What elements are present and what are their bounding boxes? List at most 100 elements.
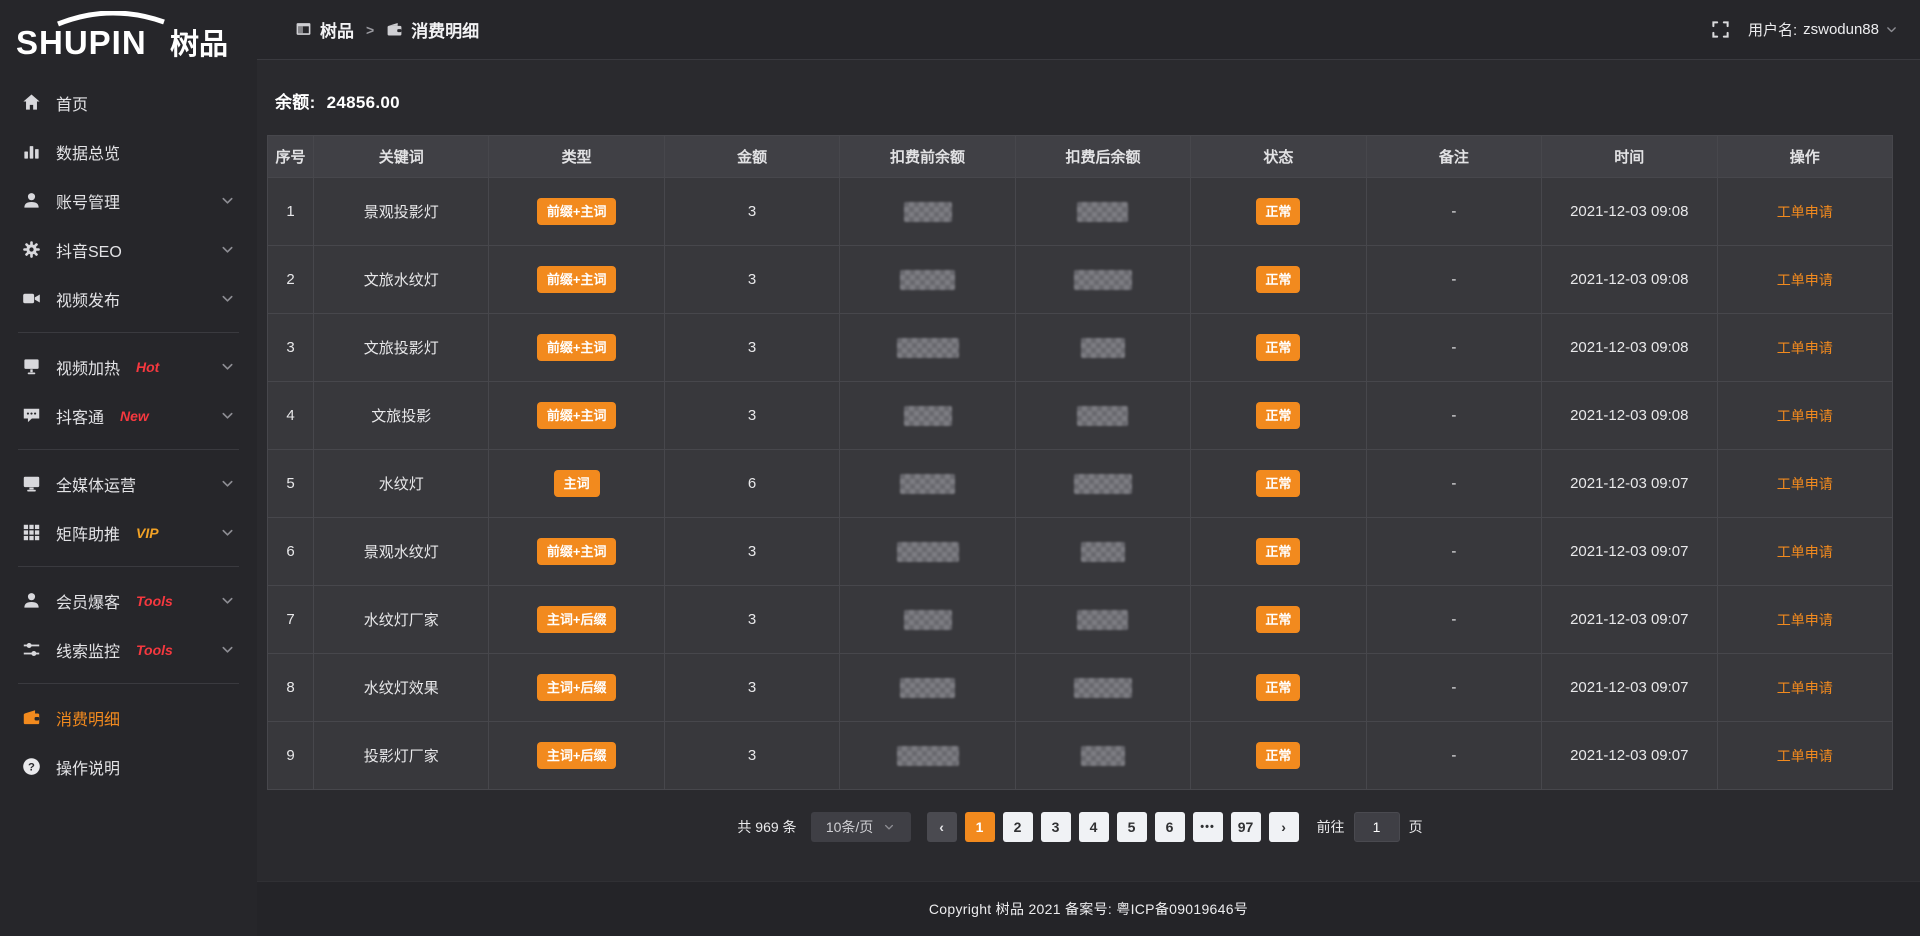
cell-keyword: 文旅水纹灯 bbox=[314, 246, 489, 314]
sidebar-item-tag: Tools bbox=[136, 593, 173, 609]
username-label: 用户名: bbox=[1748, 19, 1797, 40]
masked-value bbox=[1074, 474, 1132, 494]
status-badge: 正常 bbox=[1256, 538, 1300, 565]
sidebar-item-data-overview[interactable]: 数据总览 bbox=[0, 127, 257, 176]
app-root: SHUPIN 树品 首页数据总览账号管理抖音SEO视频发布视频加热Hot抖客通N… bbox=[0, 0, 1920, 936]
sidebar-item-label: 会员爆客 bbox=[56, 589, 120, 613]
cell-balance-before bbox=[840, 586, 1015, 654]
type-badge: 主词+后缀 bbox=[537, 606, 617, 633]
sidebar-item-clue-monitor[interactable]: 线索监控Tools bbox=[0, 625, 257, 674]
sidebar-item-account-manage[interactable]: 账号管理 bbox=[0, 176, 257, 225]
sidebar-item-douyin-seo[interactable]: 抖音SEO bbox=[0, 225, 257, 274]
ticket-request-link[interactable]: 工单申请 bbox=[1777, 612, 1833, 628]
table-header-row: 序号关键词类型金额扣费前余额扣费后余额状态备注时间操作 bbox=[268, 136, 1893, 178]
cell-amount: 6 bbox=[664, 450, 839, 518]
prev-page-button[interactable]: ‹ bbox=[927, 812, 957, 842]
cell-action[interactable]: 工单申请 bbox=[1717, 382, 1893, 450]
sidebar-item-douketong[interactable]: 抖客通New bbox=[0, 391, 257, 440]
column-header: 序号 bbox=[268, 136, 314, 178]
fullscreen-icon[interactable] bbox=[1711, 20, 1730, 39]
balance-label: 余额: bbox=[275, 93, 316, 112]
cell-type: 前缀+主词 bbox=[489, 518, 664, 586]
ticket-request-link[interactable]: 工单申请 bbox=[1777, 544, 1833, 560]
column-header: 类型 bbox=[489, 136, 664, 178]
ticket-request-link[interactable]: 工单申请 bbox=[1777, 748, 1833, 764]
video-icon bbox=[22, 289, 41, 308]
ticket-request-link[interactable]: 工单申请 bbox=[1777, 204, 1833, 220]
goto-page-input[interactable] bbox=[1354, 812, 1400, 842]
masked-value bbox=[1077, 406, 1128, 426]
sidebar-item-home[interactable]: 首页 bbox=[0, 78, 257, 127]
status-badge: 正常 bbox=[1256, 470, 1300, 497]
cell-action[interactable]: 工单申请 bbox=[1717, 246, 1893, 314]
cell-balance-after bbox=[1015, 722, 1190, 790]
ticket-request-link[interactable]: 工单申请 bbox=[1777, 408, 1833, 424]
masked-value bbox=[1074, 270, 1132, 290]
sidebar-item-matrix-boost[interactable]: 矩阵助推VIP bbox=[0, 508, 257, 557]
page-button-3[interactable]: 3 bbox=[1041, 812, 1071, 842]
cell-action[interactable]: 工单申请 bbox=[1717, 450, 1893, 518]
cell-action[interactable]: 工单申请 bbox=[1717, 654, 1893, 722]
type-badge: 前缀+主词 bbox=[537, 402, 617, 429]
user-menu[interactable]: 用户名: zswodun88 bbox=[1748, 19, 1898, 40]
sidebar-item-help[interactable]: ?操作说明 bbox=[0, 742, 257, 791]
breadcrumb: 树品 > 消费明细 bbox=[295, 17, 479, 42]
sidebar-item-label: 线索监控 bbox=[56, 638, 120, 662]
sidebar-item-consume-detail[interactable]: 消费明细 bbox=[0, 693, 257, 742]
cell-index: 5 bbox=[268, 450, 314, 518]
sidebar-item-member-baoke[interactable]: 会员爆客 Tools bbox=[0, 576, 257, 625]
ticket-request-link[interactable]: 工单申请 bbox=[1777, 680, 1833, 696]
cell-action[interactable]: 工单申请 bbox=[1717, 314, 1893, 382]
column-header: 备注 bbox=[1366, 136, 1541, 178]
masked-value bbox=[1081, 338, 1125, 358]
sidebar-item-media-operation[interactable]: 全媒体运营 bbox=[0, 459, 257, 508]
menu-divider bbox=[18, 449, 239, 450]
type-badge: 前缀+主词 bbox=[537, 538, 617, 565]
sidebar-item-label: 账号管理 bbox=[56, 189, 120, 213]
table-body: 1景观投影灯前缀+主词3正常-2021-12-03 09:08工单申请2文旅水纹… bbox=[268, 178, 1893, 790]
cell-time: 2021-12-03 09:08 bbox=[1542, 314, 1717, 382]
page-button-97[interactable]: 97 bbox=[1231, 812, 1261, 842]
next-page-button[interactable]: › bbox=[1269, 812, 1299, 842]
chevron-down-icon bbox=[220, 642, 235, 657]
cell-keyword: 水纹灯 bbox=[314, 450, 489, 518]
sidebar-item-video-heat[interactable]: 视频加热Hot bbox=[0, 342, 257, 391]
table-row: 4文旅投影前缀+主词3正常-2021-12-03 09:08工单申请 bbox=[268, 382, 1893, 450]
ticket-request-link[interactable]: 工单申请 bbox=[1777, 272, 1833, 288]
cell-action[interactable]: 工单申请 bbox=[1717, 518, 1893, 586]
chevron-down-icon bbox=[220, 408, 235, 423]
breadcrumb-item-current[interactable]: 消费明细 bbox=[386, 17, 479, 42]
ticket-request-link[interactable]: 工单申请 bbox=[1777, 476, 1833, 492]
pagination-ellipsis[interactable]: ••• bbox=[1193, 812, 1223, 842]
cell-index: 6 bbox=[268, 518, 314, 586]
cell-action[interactable]: 工单申请 bbox=[1717, 178, 1893, 246]
cell-action[interactable]: 工单申请 bbox=[1717, 722, 1893, 790]
svg-text:?: ? bbox=[28, 761, 35, 773]
cell-action[interactable]: 工单申请 bbox=[1717, 586, 1893, 654]
cell-time: 2021-12-03 09:07 bbox=[1542, 450, 1717, 518]
page-button-4[interactable]: 4 bbox=[1079, 812, 1109, 842]
cell-time: 2021-12-03 09:07 bbox=[1542, 722, 1717, 790]
page-button-6[interactable]: 6 bbox=[1155, 812, 1185, 842]
cell-index: 3 bbox=[268, 314, 314, 382]
page-button-2[interactable]: 2 bbox=[1003, 812, 1033, 842]
page-size-select[interactable]: 10条/页 bbox=[811, 812, 911, 842]
ticket-request-link[interactable]: 工单申请 bbox=[1777, 340, 1833, 356]
page-button-5[interactable]: 5 bbox=[1117, 812, 1147, 842]
breadcrumb-item-app[interactable]: 树品 bbox=[295, 17, 354, 42]
table-row: 1景观投影灯前缀+主词3正常-2021-12-03 09:08工单申请 bbox=[268, 178, 1893, 246]
sidebar-item-label: 视频发布 bbox=[56, 287, 120, 311]
masked-value bbox=[897, 338, 959, 358]
table-row: 7水纹灯厂家主词+后缀3正常-2021-12-03 09:07工单申请 bbox=[268, 586, 1893, 654]
page-size-value: 10条/页 bbox=[826, 817, 873, 837]
cell-remark: - bbox=[1366, 654, 1541, 722]
cell-remark: - bbox=[1366, 518, 1541, 586]
dashboard-icon bbox=[295, 21, 312, 38]
page-button-1[interactable]: 1 bbox=[965, 812, 995, 842]
cell-time: 2021-12-03 09:08 bbox=[1542, 178, 1717, 246]
cell-amount: 3 bbox=[664, 178, 839, 246]
masked-value bbox=[900, 678, 955, 698]
sidebar-item-video-publish[interactable]: 视频发布 bbox=[0, 274, 257, 323]
cell-keyword: 投影灯厂家 bbox=[314, 722, 489, 790]
sidebar: SHUPIN 树品 首页数据总览账号管理抖音SEO视频发布视频加热Hot抖客通N… bbox=[0, 0, 257, 936]
